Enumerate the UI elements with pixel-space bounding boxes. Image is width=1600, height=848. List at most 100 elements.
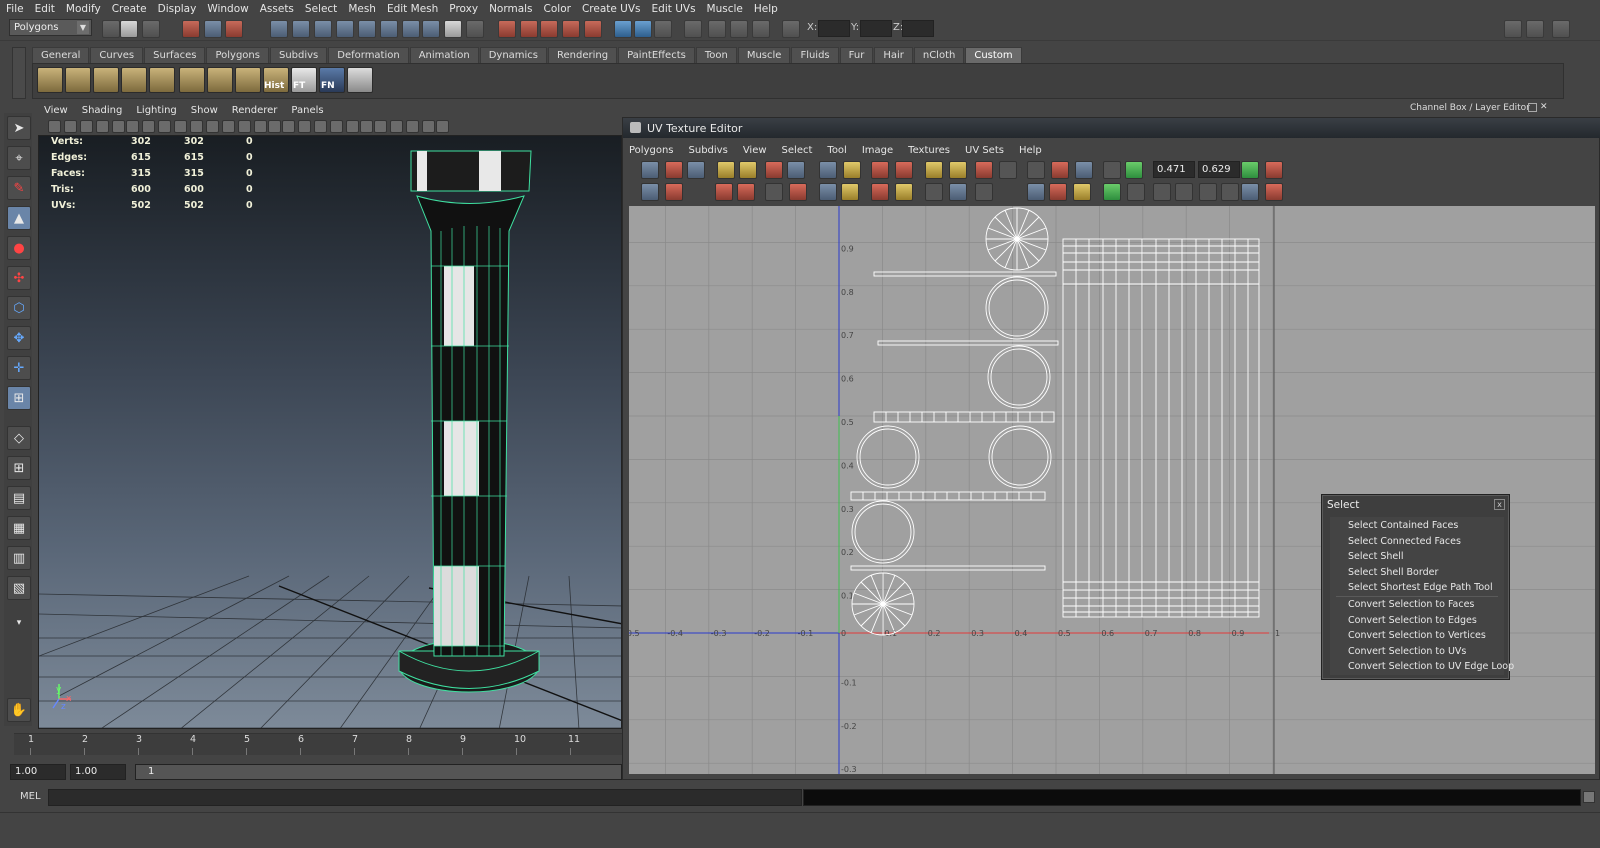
- shelf-tab-hair[interactable]: Hair: [874, 47, 913, 64]
- viewport-tool-18-icon[interactable]: [314, 120, 327, 133]
- attribute-editor-toggle-icon[interactable]: [1504, 20, 1522, 38]
- uv-canvas[interactable]: -0.5 -0.4 -0.3 -0.2 -0.1 0 0.1 0.2 0.3 0.4 0.5 0.6 0…: [629, 206, 1595, 774]
- uv-tool-r2-16-icon[interactable]: [1073, 183, 1091, 201]
- paint-select-tool-icon[interactable]: ✎: [7, 176, 31, 200]
- shelf-tab-rendering[interactable]: Rendering: [548, 47, 618, 64]
- channel-box-toggle-icon[interactable]: [1552, 20, 1570, 38]
- automatic-map-icon[interactable]: [235, 67, 261, 93]
- command-input[interactable]: [48, 789, 802, 806]
- mel-label[interactable]: MEL: [20, 791, 41, 802]
- uv-layout-icon[interactable]: ▧: [7, 576, 31, 600]
- menu-set-select[interactable]: Polygons ▼: [9, 19, 92, 36]
- uv-tool-r1-9-icon[interactable]: [843, 161, 861, 179]
- viewport-menu-view[interactable]: View: [44, 105, 68, 116]
- viewport-tool-11-icon[interactable]: [206, 120, 219, 133]
- shelf-tab-dynamics[interactable]: Dynamics: [479, 47, 548, 64]
- uv-tool-r1-11-icon[interactable]: [895, 161, 913, 179]
- shelf-tab-ncloth[interactable]: nCloth: [913, 47, 965, 64]
- uv-tool-r2-2-icon[interactable]: [665, 183, 683, 201]
- viewport-tool-21-icon[interactable]: [360, 120, 373, 133]
- uv-tool-r1-3-icon[interactable]: [687, 161, 705, 179]
- uv-tool-r2-4-icon[interactable]: [737, 183, 755, 201]
- snap-to-curve-icon[interactable]: [292, 20, 310, 38]
- menu-item-convert-to-faces[interactable]: Convert Selection to Faces: [1348, 599, 1474, 610]
- viewport-tool-23-icon[interactable]: [390, 120, 403, 133]
- main-menu-create[interactable]: Create: [112, 3, 147, 15]
- shelf-tab-fur[interactable]: Fur: [839, 47, 874, 64]
- viewport-tool-15-icon[interactable]: [268, 120, 281, 133]
- rename-icon[interactable]: [634, 20, 652, 38]
- shelf-tab-polygons[interactable]: Polygons: [206, 47, 269, 64]
- uv-tool-r1-10-icon[interactable]: [871, 161, 889, 179]
- uv-menu-subdivs[interactable]: Subdivs: [689, 145, 728, 156]
- viewport-tool-6-icon[interactable]: [126, 120, 139, 133]
- viewport-tool-12-icon[interactable]: [222, 120, 235, 133]
- tool-settings-toggle-icon[interactable]: [1526, 20, 1544, 38]
- viewport-tool-9-icon[interactable]: [174, 120, 187, 133]
- render-view-icon[interactable]: [584, 20, 602, 38]
- main-menu-assets[interactable]: Assets: [260, 3, 294, 15]
- uv-tool-r1-15-icon[interactable]: [999, 161, 1017, 179]
- viewport-tool-13-icon[interactable]: [238, 120, 251, 133]
- uv-menu-textures[interactable]: Textures: [908, 145, 950, 156]
- uv-tool-r1-16-icon[interactable]: [1027, 161, 1045, 179]
- hypershade-layout-icon[interactable]: ▥: [7, 546, 31, 570]
- render-frame-icon[interactable]: [498, 20, 516, 38]
- close-icon[interactable]: x: [1494, 499, 1505, 510]
- uv-tool-r2-14-icon[interactable]: [1027, 183, 1045, 201]
- select-by-component-icon[interactable]: [225, 20, 243, 38]
- selection-mask-icon[interactable]: [466, 20, 484, 38]
- main-menu-file[interactable]: File: [6, 3, 24, 15]
- shelf-tab-toon[interactable]: Toon: [695, 47, 737, 64]
- uv-tool-r2-23-icon[interactable]: [1241, 183, 1259, 201]
- sew-uv-icon[interactable]: [37, 67, 63, 93]
- uv-menu-tool[interactable]: Tool: [827, 145, 846, 156]
- show-attribute-editor-icon[interactable]: [684, 20, 702, 38]
- viewport-tool-17-icon[interactable]: [298, 120, 311, 133]
- hypershade-icon[interactable]: [562, 20, 580, 38]
- make-live-icon[interactable]: [358, 20, 376, 38]
- uv-tool-r2-17-icon[interactable]: [1103, 183, 1121, 201]
- main-menu-edit-uvs[interactable]: Edit UVs: [652, 3, 696, 15]
- viewport-tool-3-icon[interactable]: [80, 120, 93, 133]
- main-menu-normals[interactable]: Normals: [489, 3, 532, 15]
- shelf-tab-curves[interactable]: Curves: [90, 47, 144, 64]
- snap-to-point-icon[interactable]: [314, 20, 332, 38]
- ipr-render-icon[interactable]: [520, 20, 538, 38]
- four-view-layout-icon[interactable]: ⊞: [7, 456, 31, 480]
- uv-menu-view[interactable]: View: [743, 145, 767, 156]
- menu-item-select-shell-border[interactable]: Select Shell Border: [1348, 567, 1438, 578]
- unfold-icon[interactable]: [93, 67, 119, 93]
- viewport-tool-26-icon[interactable]: [436, 120, 449, 133]
- u-value-field[interactable]: 0.471: [1153, 161, 1195, 178]
- cut-uv-icon[interactable]: [121, 67, 147, 93]
- y-field[interactable]: [860, 20, 892, 37]
- uv-tool-r2-9-icon[interactable]: [871, 183, 889, 201]
- shelf-tab-animation[interactable]: Animation: [409, 47, 479, 64]
- shelf-tab-deformation[interactable]: Deformation: [328, 47, 409, 64]
- uv-tool-r1-8-icon[interactable]: [819, 161, 837, 179]
- move-sew-icon[interactable]: [65, 67, 91, 93]
- main-menu-proxy[interactable]: Proxy: [449, 3, 478, 15]
- select-by-hierarchy-icon[interactable]: [182, 20, 200, 38]
- planar-map-icon[interactable]: [207, 67, 233, 93]
- viewport-tool-19-icon[interactable]: [330, 120, 343, 133]
- uv-tool-r2-19-icon[interactable]: [1153, 183, 1171, 201]
- main-menu-create-uvs[interactable]: Create UVs: [582, 3, 641, 15]
- menu-item-select-shell[interactable]: Select Shell: [1348, 551, 1404, 562]
- viewport-tool-2-icon[interactable]: [64, 120, 77, 133]
- construction-icon[interactable]: [402, 20, 420, 38]
- uv-menu-uv-sets[interactable]: UV Sets: [965, 145, 1004, 156]
- relax-uv-icon[interactable]: [149, 67, 175, 93]
- viewport-tool-1-icon[interactable]: [48, 120, 61, 133]
- float-icon[interactable]: [1528, 103, 1537, 112]
- uv-tool-r2-10-icon[interactable]: [895, 183, 913, 201]
- uv-tool-r1-2-icon[interactable]: [665, 161, 683, 179]
- manipulator-tool-icon[interactable]: ⬡: [7, 296, 31, 320]
- shelf-tab-painteffects[interactable]: PaintEffects: [618, 47, 695, 64]
- show-tool-settings-icon[interactable]: [708, 20, 726, 38]
- main-menu-edit[interactable]: Edit: [35, 3, 55, 15]
- snap-to-plane-icon[interactable]: [336, 20, 354, 38]
- viewport-menu-renderer[interactable]: Renderer: [232, 105, 278, 116]
- shelf-tab-surfaces[interactable]: Surfaces: [144, 47, 206, 64]
